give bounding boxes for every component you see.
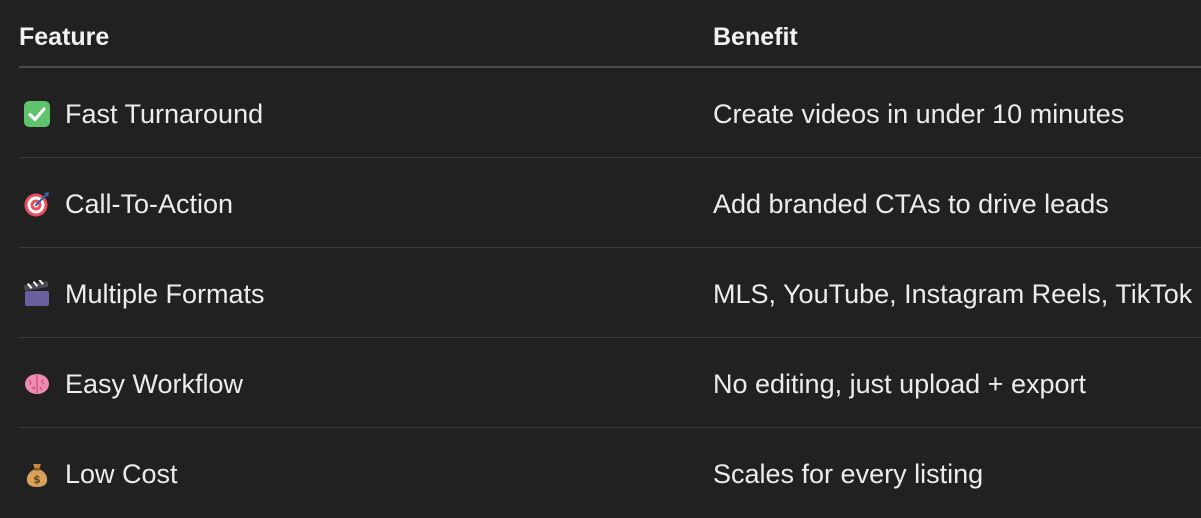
feature-label: Multiple Formats: [65, 279, 265, 309]
table-row: $ Low Cost Scales for every listing: [19, 428, 1201, 518]
feature-cell: Call-To-Action: [23, 188, 233, 220]
benefit-cell: Scales for every listing: [713, 459, 984, 489]
table-row: Call-To-Action Add branded CTAs to drive…: [19, 158, 1201, 248]
benefit-cell: Add branded CTAs to drive leads: [713, 189, 1109, 219]
table-row: Multiple Formats MLS, YouTube, Instagram…: [19, 248, 1201, 338]
header-feature: Feature: [19, 23, 110, 51]
feature-cell: Easy Workflow: [23, 368, 243, 400]
check-mark-button-icon: [23, 100, 51, 128]
clapper-board-icon: [23, 280, 51, 308]
money-bag-icon: $: [23, 460, 51, 488]
header-benefit: Benefit: [713, 23, 798, 51]
benefit-cell: No editing, just upload + export: [713, 369, 1086, 399]
benefit-cell: MLS, YouTube, Instagram Reels, TikTok: [713, 279, 1193, 309]
feature-cell: $ Low Cost: [23, 458, 178, 490]
table-row: Easy Workflow No editing, just upload + …: [19, 338, 1201, 428]
table-header-row: Feature Benefit: [19, 0, 1201, 68]
feature-cell: Fast Turnaround: [23, 98, 263, 130]
brain-icon: [23, 370, 51, 398]
table-row: Fast Turnaround Create videos in under 1…: [19, 68, 1201, 158]
direct-hit-target-icon: [23, 190, 51, 218]
feature-label: Easy Workflow: [65, 369, 244, 399]
feature-label: Low Cost: [65, 459, 178, 489]
feature-label: Call-To-Action: [65, 189, 234, 219]
feature-cell: Multiple Formats: [23, 278, 265, 310]
feature-benefit-table: Feature Benefit Fast Turnaround Create v…: [19, 0, 1201, 518]
svg-text:$: $: [33, 473, 41, 486]
feature-label: Fast Turnaround: [65, 99, 264, 129]
benefit-cell: Create videos in under 10 minutes: [713, 99, 1125, 129]
